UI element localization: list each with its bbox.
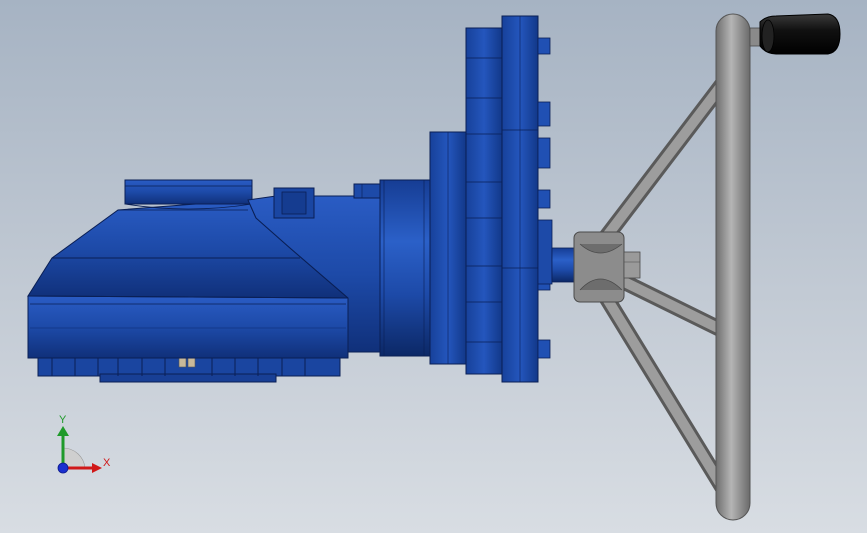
crank-handle-grip[interactable]	[749, 13, 841, 55]
gearbox-housing	[27, 179, 383, 383]
axis-triad-graphic	[57, 426, 102, 474]
adapter-flange-stack	[379, 15, 575, 383]
gearbox-handwheel-model[interactable]	[0, 0, 867, 533]
axis-triad: Y X	[40, 408, 130, 488]
y-axis-label: Y	[59, 414, 67, 426]
handwheel[interactable]	[573, 13, 751, 521]
graphics-viewport[interactable]: Y X	[0, 0, 867, 533]
x-axis-label: X	[103, 457, 111, 469]
